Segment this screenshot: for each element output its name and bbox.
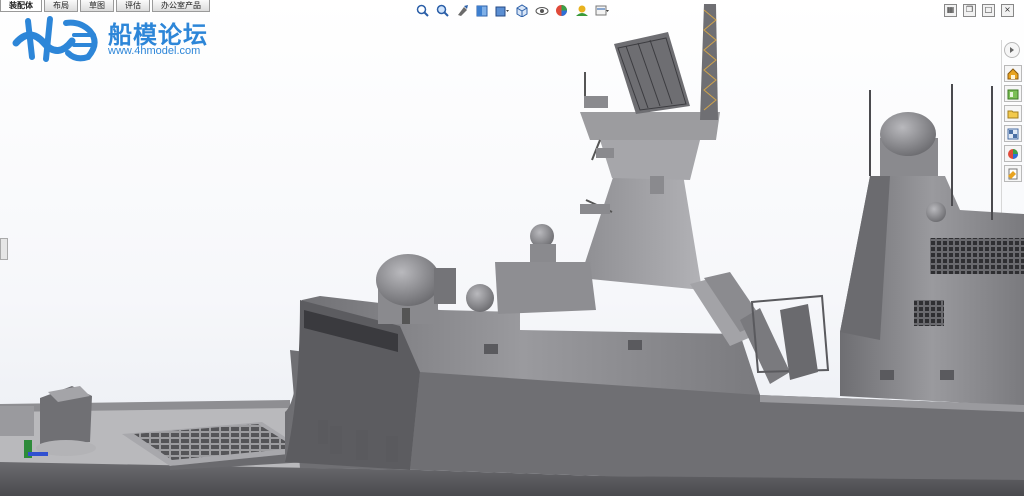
hide-show-icon[interactable] xyxy=(534,3,550,18)
aft-vent-grille-lower xyxy=(914,300,944,326)
resources-icon[interactable] xyxy=(1004,65,1022,82)
tab-layout[interactable]: 布局 xyxy=(44,0,78,12)
design-library-icon[interactable] xyxy=(1004,85,1022,102)
zoom-area-icon[interactable] xyxy=(434,3,450,18)
section-view-icon[interactable] xyxy=(474,3,490,18)
tab-assembly[interactable]: 装配体 xyxy=(0,0,42,12)
feature-manager-collapse-handle[interactable] xyxy=(0,238,8,260)
close-icon[interactable]: × xyxy=(1001,4,1014,17)
forum-logo-icon xyxy=(12,16,98,62)
custom-properties-icon[interactable] xyxy=(1004,165,1022,182)
radar-array xyxy=(614,32,690,114)
heads-up-view-toolbar xyxy=(414,3,610,18)
task-pane-collapse-icon[interactable] xyxy=(1004,42,1020,58)
tab-office-products[interactable]: 办公室产品 xyxy=(152,0,210,12)
aft-vent-grille xyxy=(930,238,1024,274)
view-palette-icon[interactable] xyxy=(1004,125,1022,142)
forum-url: www.4hmodel.com xyxy=(108,45,201,57)
mid-deckhouse xyxy=(495,262,596,314)
window-controls: ▦ ❐ □ × xyxy=(944,4,1014,17)
view-orientation-icon[interactable] xyxy=(514,3,530,18)
edit-appearance-icon[interactable] xyxy=(554,3,570,18)
tile-icon[interactable]: ▦ xyxy=(944,4,957,17)
file-explorer-icon[interactable] xyxy=(1004,105,1022,122)
forum-watermark: 船模论坛 www.4hmodel.com xyxy=(10,13,250,63)
tab-evaluate[interactable]: 评估 xyxy=(116,0,150,12)
mast-upper-section xyxy=(600,140,700,180)
command-manager-tabs: 装配体 布局 草图 评估 办公室产品 xyxy=(0,0,212,12)
appearances-icon[interactable] xyxy=(1004,145,1022,162)
maximize-icon[interactable]: □ xyxy=(982,4,995,17)
task-pane-tabs xyxy=(1004,42,1022,182)
zoom-to-fit-icon[interactable] xyxy=(414,3,430,18)
lattice-mast xyxy=(700,4,718,120)
view-settings-icon[interactable] xyxy=(594,3,610,18)
tab-sketch[interactable]: 草图 xyxy=(80,0,114,12)
display-style-icon[interactable] xyxy=(494,3,510,18)
apply-scene-icon[interactable] xyxy=(574,3,590,18)
previous-view-icon[interactable] xyxy=(454,3,470,18)
ship-3d-model-viewport[interactable] xyxy=(0,0,1024,496)
restore-icon[interactable]: ❐ xyxy=(963,4,976,17)
mast-platform xyxy=(580,112,720,140)
